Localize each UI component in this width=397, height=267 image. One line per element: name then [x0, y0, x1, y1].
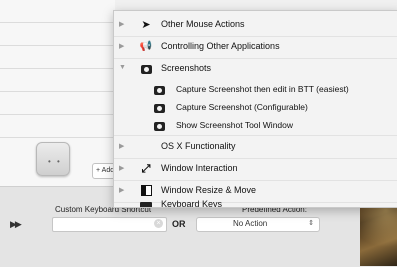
menu-item-controlling-other-applications[interactable]: ▶ 📢 Controlling Other Applications: [114, 36, 397, 59]
resize-arrows-icon: ⤢: [141, 163, 151, 175]
menu-item-label: Capture Screenshot (Configurable): [176, 102, 308, 112]
fast-forward-icon: ▶▶: [10, 219, 22, 229]
disclosure-closed-icon[interactable]: ▶: [119, 20, 124, 28]
list-row[interactable]: [0, 92, 115, 115]
apple-icon: [139, 140, 153, 154]
menu-item-capture-configurable[interactable]: Capture Screenshot (Configurable): [114, 99, 397, 117]
menu-item-window-interaction[interactable]: ▶ ⤢ Window Interaction: [114, 158, 397, 181]
menu-item-label: Show Screenshot Tool Window: [176, 120, 294, 130]
menu-item-show-screenshot-tool[interactable]: Show Screenshot Tool Window: [114, 117, 397, 136]
megaphone-icon: 📢: [139, 41, 153, 52]
menu-item-label: OS X Functionality: [161, 141, 236, 151]
list-row[interactable]: [0, 69, 115, 92]
disclosure-closed-icon[interactable]: ▶: [119, 142, 124, 150]
keyboard-key-tile[interactable]: • •: [36, 142, 70, 176]
shortcut-recorder-field[interactable]: ×: [52, 217, 167, 232]
camera-icon: [154, 104, 165, 113]
menu-item-keyboard-keys[interactable]: ▶ Keyboard Keys: [114, 199, 397, 208]
camera-icon: [154, 122, 165, 131]
window-icon: [141, 185, 152, 196]
menu-item-label: Other Mouse Actions: [161, 19, 245, 29]
menu-item-label: Capture Screenshot then edit in BTT (eas…: [176, 84, 349, 94]
disclosure-closed-icon[interactable]: ▶: [119, 42, 124, 50]
action-value: No Action: [233, 219, 268, 228]
disclosure-closed-icon[interactable]: ▶: [119, 186, 124, 194]
predefined-action-select[interactable]: No Action ⇕: [196, 217, 320, 232]
list-row[interactable]: [0, 0, 115, 23]
menu-item-window-resize-move[interactable]: ▶ Window Resize & Move: [114, 180, 397, 203]
keyboard-icon: [140, 202, 152, 207]
mouse-pointer-icon: ➤: [141, 19, 151, 31]
camera-icon: [141, 65, 152, 74]
clear-icon[interactable]: ×: [154, 219, 163, 228]
menu-item-label: Keyboard Keys: [161, 199, 223, 208]
menu-item-label: Screenshots: [161, 63, 212, 73]
menu-item-label: Window Interaction: [161, 163, 238, 173]
menu-item-capture-then-edit[interactable]: Capture Screenshot then edit in BTT (eas…: [114, 81, 397, 99]
disclosure-open-icon[interactable]: ▼: [119, 64, 126, 71]
key-dots-icon: • •: [48, 157, 62, 166]
menu-item-label: Controlling Other Applications: [161, 41, 280, 51]
or-label: OR: [172, 219, 186, 229]
menu-item-screenshots[interactable]: ▼ Screenshots: [114, 58, 397, 80]
select-arrows-icon: ⇕: [308, 220, 314, 227]
list-row[interactable]: [0, 115, 115, 138]
camera-icon: [154, 86, 165, 95]
menu-item-os-x-functionality[interactable]: ▶ OS X Functionality: [114, 136, 397, 159]
list-row[interactable]: [0, 23, 115, 46]
action-menu: ▶ ➤ Other Mouse Actions ▶ 📢 Controlling …: [113, 10, 397, 208]
disclosure-closed-icon[interactable]: ▶: [119, 164, 124, 172]
menu-item-label: Window Resize & Move: [161, 185, 257, 195]
list-row[interactable]: [0, 46, 115, 69]
menu-item-other-mouse-actions[interactable]: ▶ ➤ Other Mouse Actions: [114, 14, 397, 37]
